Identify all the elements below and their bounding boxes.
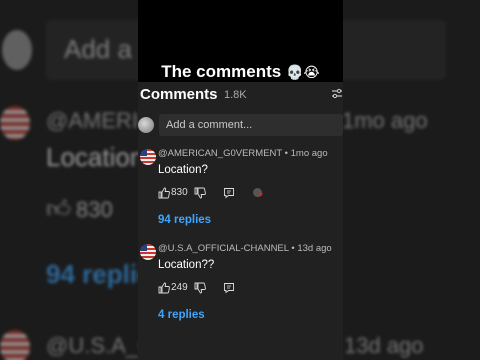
add-comment-row: Add a comment...	[138, 114, 343, 138]
comment-meta: @U.S.A_OFFICIAL-CHANNEL • 13d ago	[158, 243, 332, 254]
creator-heart-icon	[253, 188, 263, 197]
bg-flag-1	[0, 106, 30, 140]
caption: The comments 💀😭	[138, 62, 343, 82]
comment-actions: 830	[158, 187, 308, 201]
comment-author[interactable]: @AMERICAN_G0VERMENT	[158, 148, 282, 159]
dislike-icon[interactable]	[194, 282, 206, 294]
bg-time-1: 1mo ago	[342, 108, 428, 133]
avatar[interactable]	[140, 244, 156, 260]
comment-actions: 249	[158, 282, 308, 296]
comment-item: @AMERICAN_G0VERMENT • 1mo ago Location? …	[138, 148, 343, 232]
bg-likes-1: 830	[76, 197, 113, 222]
bg-text-1: Location	[46, 142, 145, 172]
sort-icon[interactable]	[331, 88, 343, 100]
avatar[interactable]	[140, 149, 156, 165]
like-count: 249	[171, 282, 188, 293]
reply-icon[interactable]	[223, 282, 235, 294]
comments-title: Comments	[140, 86, 218, 103]
comment-item: @U.S.A_OFFICIAL-CHANNEL • 13d ago Locati…	[138, 243, 343, 333]
bg-add-text: Add a	[64, 34, 132, 64]
caption-text: The comments	[161, 62, 282, 81]
comment-time: 13d ago	[297, 243, 332, 254]
user-avatar	[138, 117, 154, 133]
like-icon[interactable]	[158, 187, 170, 199]
comments-count: 1.8K	[224, 89, 247, 101]
bg-like-icon: 👍︎	[46, 196, 72, 223]
bg-time-2: 13d ago	[344, 333, 424, 358]
bg-avatar	[2, 30, 32, 70]
add-comment-placeholder: Add a comment...	[166, 119, 253, 131]
dislike-icon[interactable]	[194, 187, 206, 199]
bg-replies-1: 94 replie	[46, 259, 152, 289]
comment-text: Location??	[158, 259, 215, 271]
comment-meta: @AMERICAN_G0VERMENT • 1mo ago	[158, 148, 328, 159]
view-replies-button[interactable]: 4 replies	[158, 309, 205, 321]
comments-panel: Comments 1.8K Add a comment... @AMERICAN…	[138, 82, 343, 360]
reply-icon[interactable]	[223, 187, 235, 199]
caption-emoji: 💀😭	[285, 65, 320, 81]
view-replies-button[interactable]: 94 replies	[158, 214, 211, 226]
comment-author[interactable]: @U.S.A_OFFICIAL-CHANNEL	[158, 243, 289, 254]
comment-text: Location?	[158, 164, 208, 176]
bg-flag-2	[0, 330, 30, 360]
like-icon[interactable]	[158, 282, 170, 294]
comment-time: 1mo ago	[290, 148, 328, 159]
video-frame: The comments 💀😭 Comments 1.8K Add a comm…	[138, 0, 343, 360]
add-comment-input[interactable]: Add a comment...	[159, 114, 343, 136]
like-count: 830	[171, 187, 188, 198]
